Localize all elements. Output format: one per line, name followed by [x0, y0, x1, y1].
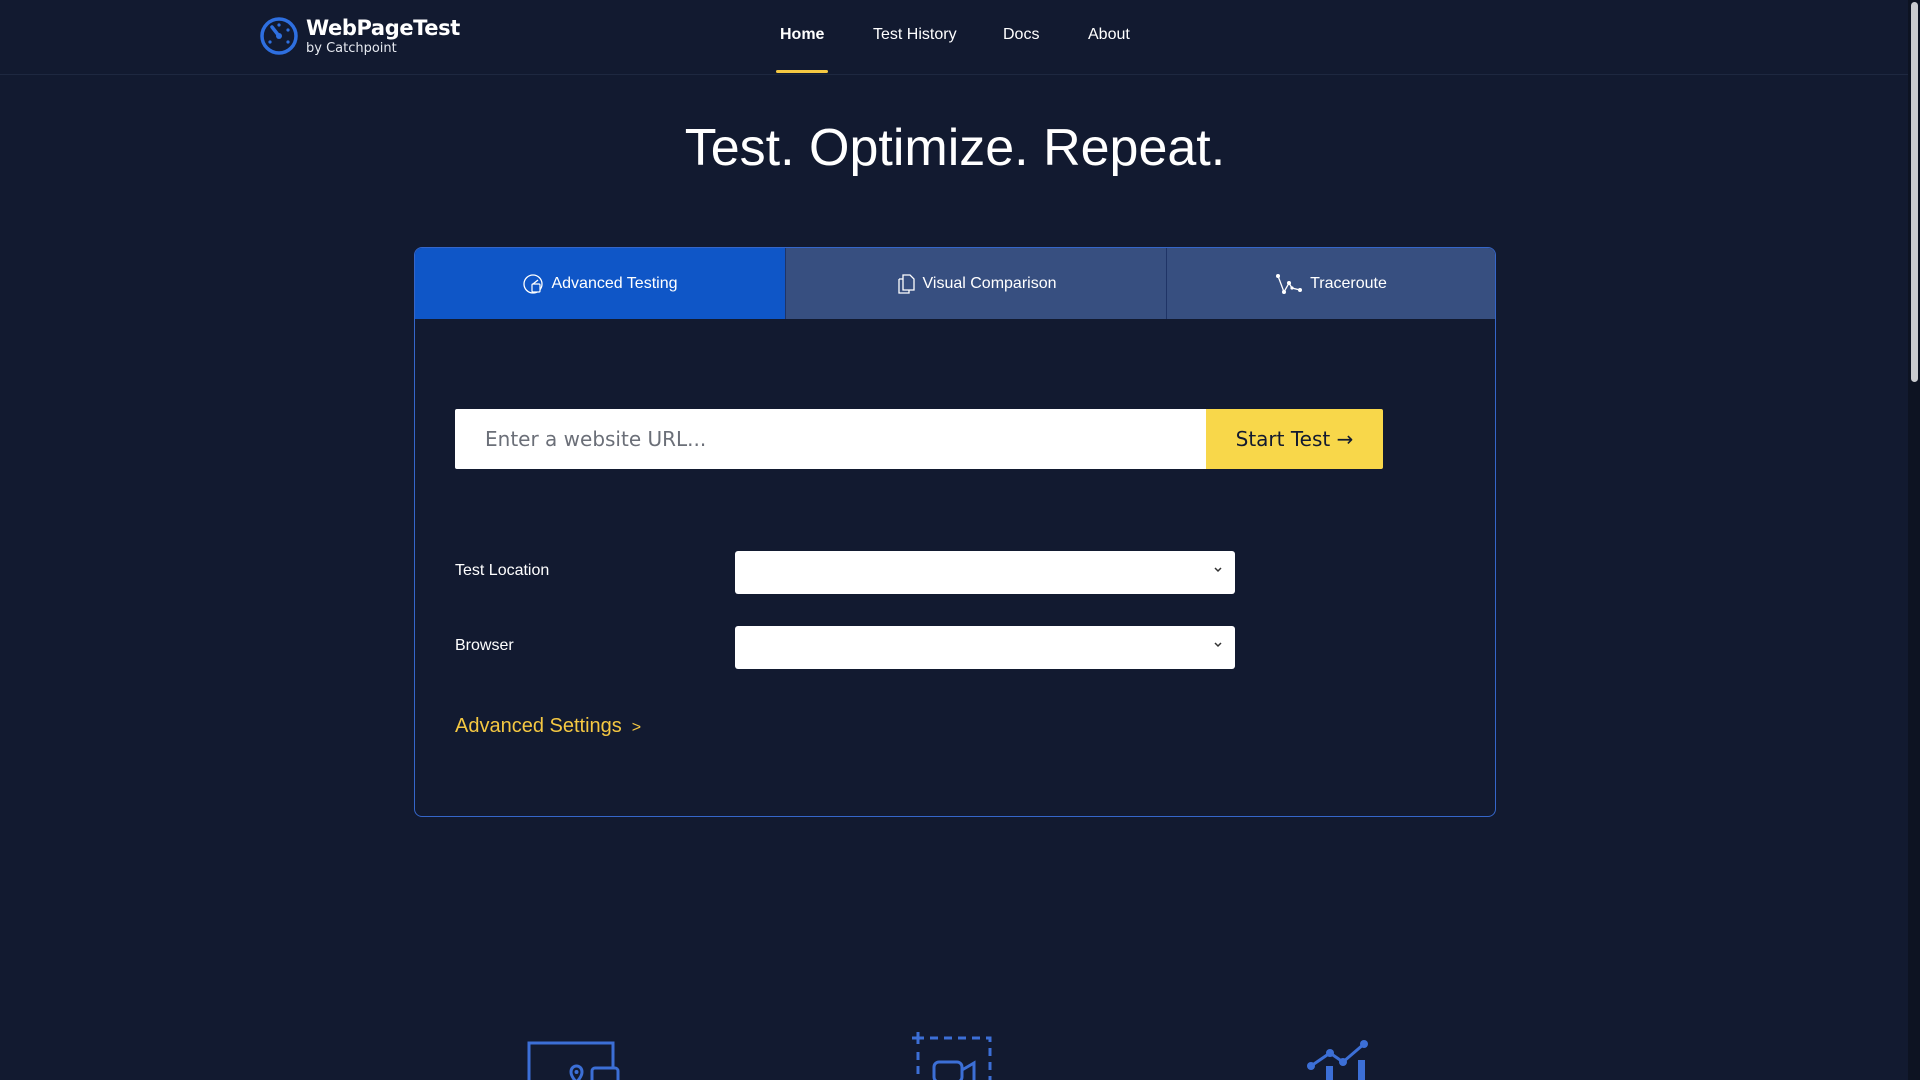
brand-title: WebPageTest	[306, 15, 460, 40]
start-test-button[interactable]: Start Test →	[1206, 409, 1383, 469]
chevron-down-icon	[1214, 642, 1222, 648]
brand-logo[interactable]: WebPageTest by Catchpoint	[259, 16, 460, 56]
brand-text: WebPageTest by Catchpoint	[306, 15, 460, 56]
location-devices-icon	[527, 1041, 620, 1080]
browser-select[interactable]	[735, 626, 1235, 669]
gauge-icon	[522, 273, 544, 295]
stopwatch-logo-icon	[260, 17, 298, 55]
copy-pages-icon	[896, 273, 916, 295]
tab-advanced-testing[interactable]: Advanced Testing	[415, 248, 786, 319]
test-location-select[interactable]	[735, 551, 1235, 594]
advanced-settings-link[interactable]: Advanced Settings >	[455, 715, 641, 738]
test-location-label: Test Location	[455, 562, 550, 579]
nav-about[interactable]: About	[1088, 26, 1130, 44]
brand-subtitle: by Catchpoint	[306, 40, 397, 56]
scrollbar-thumb[interactable]	[1911, 2, 1918, 382]
tab-traceroute-label: Traceroute	[1310, 274, 1387, 292]
hero-title: Test. Optimize. Repeat.	[684, 119, 1226, 177]
advanced-settings-arrow: >	[631, 719, 642, 736]
url-input[interactable]	[455, 409, 1206, 469]
nav-active-indicator	[776, 70, 828, 73]
nav-test-history[interactable]: Test History	[873, 26, 957, 44]
tab-visual-comparison-label: Visual Comparison	[922, 274, 1057, 292]
site-header: WebPageTest by Catchpoint Home Test Hist…	[0, 0, 1908, 75]
traceroute-icon	[1275, 273, 1303, 295]
tab-traceroute[interactable]: Traceroute	[1167, 248, 1495, 319]
chevron-down-icon	[1214, 567, 1222, 573]
video-capture-icon	[912, 1032, 992, 1080]
tab-visual-comparison[interactable]: Visual Comparison	[786, 248, 1167, 319]
tab-advanced-testing-label: Advanced Testing	[551, 274, 678, 292]
advanced-settings-label: Advanced Settings	[455, 715, 622, 737]
chart-trend-icon	[1307, 1040, 1368, 1080]
test-type-tabs: Advanced Testing Visual Comparison Trace…	[415, 248, 1495, 319]
browser-label: Browser	[455, 637, 514, 654]
nav-docs[interactable]: Docs	[1003, 26, 1039, 44]
test-card: Advanced Testing Visual Comparison Trace…	[414, 247, 1496, 817]
nav-home[interactable]: Home	[780, 26, 824, 44]
